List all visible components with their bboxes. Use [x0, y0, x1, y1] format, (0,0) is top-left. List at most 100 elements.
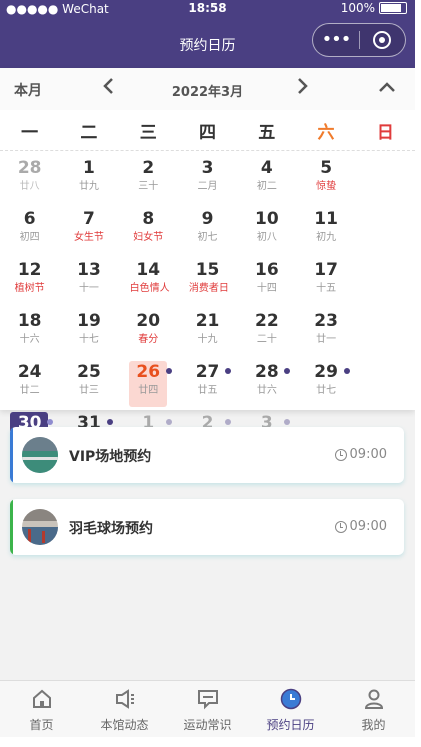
- clock-icon: [280, 688, 302, 714]
- day-number: 24: [17, 362, 42, 382]
- venue-time: 09:00: [334, 447, 387, 462]
- day-cell[interactable]: 29 廿七: [296, 359, 355, 410]
- day-cell[interactable]: 12 植树节: [0, 257, 59, 308]
- day-number: 17: [314, 260, 338, 280]
- clock-icon: [334, 520, 347, 533]
- lunar-date: 十九: [197, 334, 218, 345]
- day-number: 8: [142, 209, 155, 229]
- day-cell[interactable]: 4 初二: [237, 155, 296, 206]
- lunar-date: 廿六: [256, 385, 277, 396]
- tab-news[interactable]: 本馆动态: [83, 681, 166, 738]
- weekday-label: 一: [21, 122, 39, 143]
- card-accent-bar: [10, 427, 13, 483]
- day-cell[interactable]: 16 十四: [237, 257, 296, 308]
- day-cell[interactable]: 21 十九: [178, 308, 237, 359]
- venue-thumbnail: [22, 437, 58, 473]
- collapse-chevron-up-icon[interactable]: [378, 78, 396, 97]
- lunar-date: 廿三: [78, 385, 99, 396]
- day-cell[interactable]: 25 廿三: [59, 359, 118, 410]
- battery-icon: [379, 2, 407, 14]
- tab-label: 我的: [361, 718, 386, 732]
- more-icon[interactable]: •••: [313, 31, 359, 49]
- venue-time-text: 09:00: [349, 519, 387, 534]
- lunar-date: 二十: [256, 334, 277, 345]
- weekday-row: 一 二 三 四 五 六 日: [0, 110, 415, 151]
- close-target-icon[interactable]: [360, 31, 404, 49]
- message-icon: [197, 688, 219, 714]
- day-number: 21: [195, 311, 220, 331]
- weekday-label: 二: [80, 122, 98, 143]
- venue-card-vip[interactable]: VIP场地预约 09:00: [10, 427, 404, 483]
- day-cell[interactable]: 13 十一: [59, 257, 118, 308]
- weekday-label: 六: [317, 122, 335, 143]
- lunar-date: 十六: [19, 334, 40, 345]
- lunar-date: 初七: [197, 232, 218, 243]
- event-dot-icon: [165, 419, 172, 425]
- festival-label: 惊蛰: [316, 181, 337, 192]
- tab-home[interactable]: 首页: [0, 681, 83, 738]
- lunar-date: 廿七: [316, 385, 337, 396]
- day-cell[interactable]: 23 廿一: [296, 308, 355, 359]
- day-cell[interactable]: 11 初九: [296, 206, 355, 257]
- day-number: 11: [314, 209, 338, 229]
- day-cell[interactable]: 15 消费者日: [178, 257, 237, 308]
- venue-card-badminton[interactable]: 羽毛球场预约 09:00: [10, 499, 404, 555]
- day-number: 3: [201, 158, 214, 178]
- day-cell[interactable]: 1 廿九: [59, 155, 118, 206]
- lunar-date: 十七: [78, 334, 99, 345]
- day-number: 23: [314, 311, 338, 331]
- day-cell[interactable]: 28 廿六: [237, 359, 296, 410]
- day-cell-today[interactable]: 26 廿四: [119, 359, 178, 410]
- lunar-date: 十一: [78, 283, 99, 294]
- battery-percent: 100%: [340, 1, 375, 15]
- card-accent-bar: [10, 499, 13, 555]
- lunar-date: 廿八: [19, 181, 40, 192]
- day-cell[interactable]: 5 惊蛰: [296, 155, 355, 206]
- day-number: 4: [260, 158, 273, 178]
- lunar-date: 廿一: [316, 334, 337, 345]
- tab-mine[interactable]: 我的: [332, 681, 415, 738]
- day-number: 18: [17, 311, 42, 331]
- day-cell[interactable]: 17 十五: [296, 257, 355, 308]
- next-month-chevron-icon[interactable]: [297, 76, 309, 100]
- festival-label: 女生节: [73, 232, 104, 243]
- day-cell[interactable]: 7 女生节: [59, 206, 118, 257]
- day-cell[interactable]: 18 十六: [0, 308, 59, 359]
- day-number: 15: [195, 260, 220, 280]
- day-number: 2: [142, 158, 155, 178]
- venue-thumbnail: [22, 509, 58, 545]
- day-cell[interactable]: 10 初八: [237, 206, 296, 257]
- status-bar: ●●●●● WeChat 18:58 100%: [0, 0, 415, 18]
- tab-knowledge[interactable]: 运动常识: [166, 681, 249, 738]
- day-cell[interactable]: 6 初四: [0, 206, 59, 257]
- day-cell[interactable]: 9 初七: [178, 206, 237, 257]
- lunar-date: 十四: [256, 283, 277, 294]
- day-cell[interactable]: 3 二月: [178, 155, 237, 206]
- day-cell[interactable]: 22 二十: [237, 308, 296, 359]
- day-cell[interactable]: 8 妇女节: [119, 206, 178, 257]
- event-dot-icon: [165, 368, 172, 374]
- day-cell[interactable]: 19 十七: [59, 308, 118, 359]
- weekday-label: 四: [198, 122, 216, 143]
- day-number: 13: [77, 260, 101, 280]
- day-cell[interactable]: 2 三十: [119, 155, 178, 206]
- day-cell[interactable]: 27 廿五: [178, 359, 237, 410]
- day-cell[interactable]: 20 春分: [119, 308, 178, 359]
- day-number: 6: [23, 209, 36, 229]
- home-icon: [31, 688, 53, 714]
- news-icon: [114, 688, 136, 714]
- day-number: 28: [17, 158, 42, 178]
- day-cell[interactable]: 14 白色情人: [119, 257, 178, 308]
- lunar-date: 初九: [316, 232, 337, 243]
- day-number: 1: [83, 158, 95, 178]
- venue-time-text: 09:00: [349, 447, 387, 462]
- lunar-date: 三十: [138, 181, 159, 192]
- tab-calendar[interactable]: 预约日历: [249, 681, 332, 738]
- day-cell[interactable]: 24 廿二: [0, 359, 59, 410]
- venue-name: VIP场地预约: [69, 449, 152, 465]
- tab-label: 本馆动态: [100, 718, 149, 732]
- day-cell[interactable]: 28 廿八: [0, 155, 59, 206]
- day-number: 5: [320, 158, 333, 178]
- day-number: 10: [255, 209, 279, 229]
- frame-edge: [415, 0, 421, 747]
